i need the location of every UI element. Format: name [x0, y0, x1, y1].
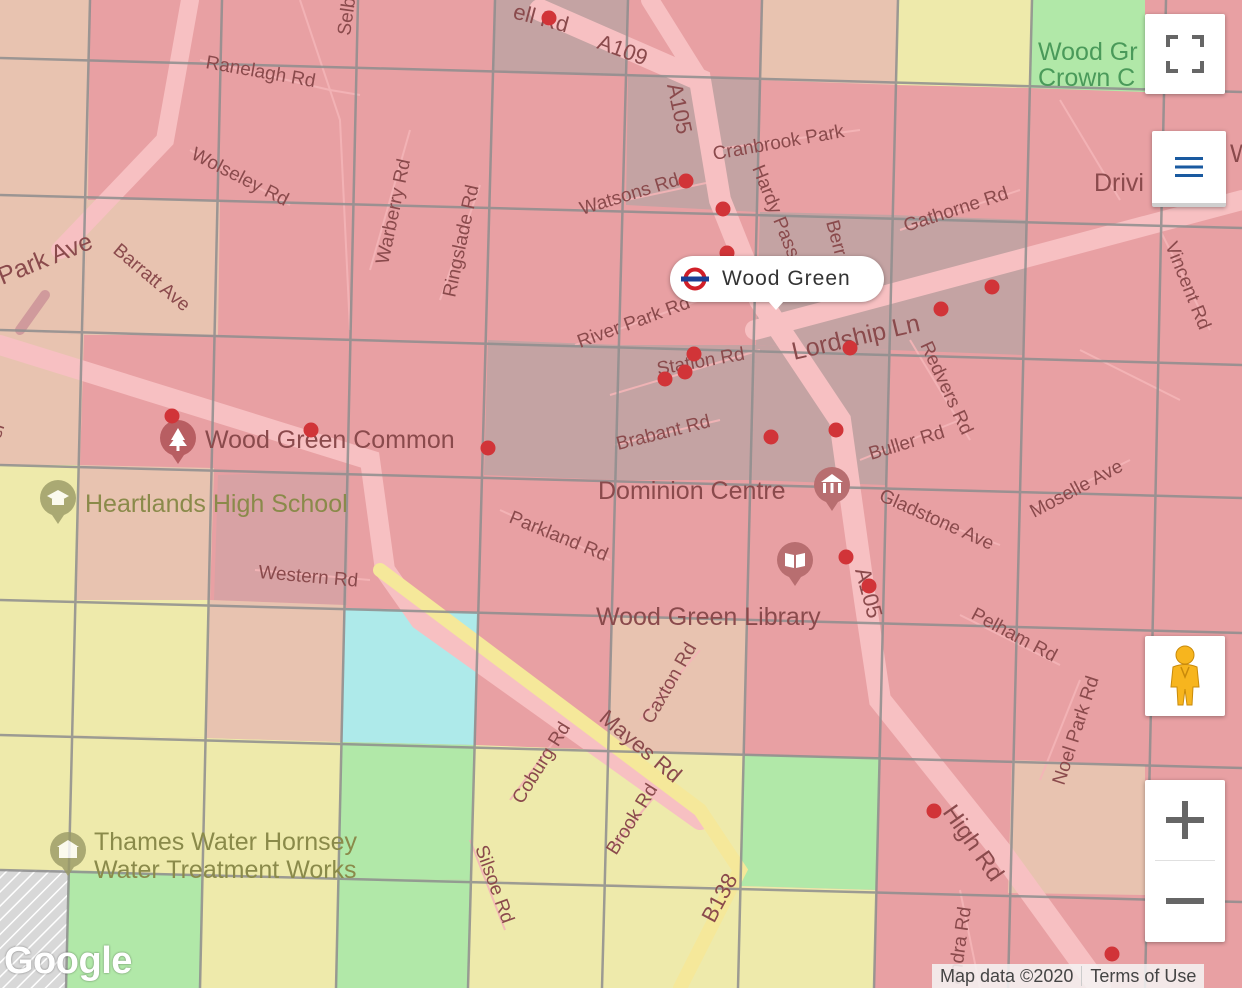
- terms-of-use-link[interactable]: Terms of Use: [1082, 966, 1204, 987]
- incident-dot: [715, 201, 731, 217]
- google-logo[interactable]: Google: [4, 940, 132, 983]
- incident-dot: [303, 422, 319, 438]
- station-name: Wood Green: [722, 267, 851, 290]
- incident-dot: [861, 578, 877, 594]
- incident-dot: [763, 429, 779, 445]
- station-label-wood-green[interactable]: Wood Green: [670, 256, 884, 310]
- incident-dot: [657, 371, 673, 387]
- layers-menu-button[interactable]: [1152, 131, 1226, 207]
- plus-icon: [1166, 801, 1204, 839]
- zoom-control: [1145, 780, 1225, 942]
- incident-dot: [1104, 946, 1120, 962]
- poi-label-crown-1: Wood Gr: [1038, 38, 1138, 66]
- poi-label-thames-2: Water Treatment Works: [94, 856, 357, 884]
- incident-dot: [842, 340, 858, 356]
- road-label: Drivi: [1094, 169, 1144, 197]
- poi-label-crown-2: Crown C: [1038, 64, 1135, 92]
- poi-label-wood-green-common: Wood Green Common: [205, 426, 455, 454]
- incident-dot: [686, 346, 702, 362]
- poi-label-right-edge: Wood: [1230, 140, 1242, 168]
- fullscreen-icon: [1166, 35, 1204, 73]
- minus-icon: [1166, 898, 1204, 904]
- poi-label-thames-1: Thames Water Hornsey: [94, 828, 358, 856]
- incident-dot: [164, 408, 180, 424]
- incident-dot: [933, 301, 949, 317]
- menu-icon: [1175, 157, 1203, 177]
- fullscreen-button[interactable]: [1145, 14, 1225, 94]
- incident-dot: [838, 549, 854, 565]
- incident-dot: [678, 173, 694, 189]
- incident-dot: [677, 364, 693, 380]
- incident-dot: [480, 440, 496, 456]
- map-canvas[interactable]: Ranelagh Rd Wolseley Rd Park Ave Barratt…: [0, 0, 1242, 988]
- incident-dot: [541, 10, 557, 26]
- poi-label-heartlands: Heartlands High School: [85, 490, 348, 518]
- pegman-icon: [1170, 645, 1200, 706]
- poi-label-dominion: Dominion Centre: [598, 477, 786, 505]
- map-attribution: Map data ©2020 Terms of Use: [932, 964, 1205, 988]
- incident-dot: [984, 279, 1000, 295]
- street-view-pegman-button[interactable]: [1145, 636, 1225, 716]
- incident-dot: [828, 422, 844, 438]
- poi-label-library: Wood Green Library: [596, 603, 821, 631]
- incident-dot: [926, 803, 942, 819]
- underground-roundel-icon: [681, 267, 709, 291]
- map-data-label[interactable]: Map data ©2020: [932, 966, 1081, 987]
- zoom-out-button[interactable]: [1145, 861, 1225, 941]
- zoom-in-button[interactable]: [1145, 780, 1225, 860]
